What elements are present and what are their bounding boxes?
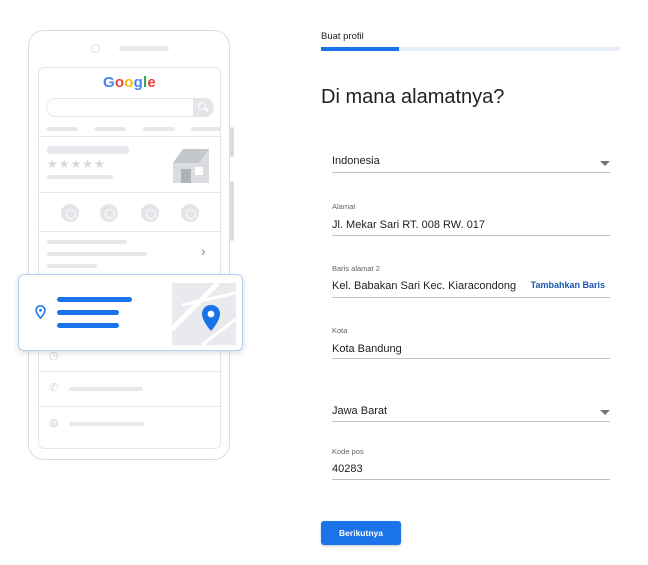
divider (39, 192, 220, 193)
address-line2-value: Kel. Babakan Sari Kec. Kiaracondong (332, 280, 517, 292)
info-placeholder (47, 264, 97, 268)
bookmark-icon (141, 204, 159, 222)
divider (39, 231, 220, 232)
phone-side-button (230, 181, 234, 241)
next-button[interactable]: Berikutnya (321, 521, 401, 545)
dropdown-arrow-icon (600, 161, 610, 166)
address-line-placeholder (57, 323, 119, 328)
globe-row-icon: ◍ (49, 417, 59, 429)
tab-placeholder (94, 127, 126, 131)
progress-bar-fill (321, 47, 399, 51)
search-icon (193, 97, 213, 117)
google-logo: Google (39, 74, 220, 91)
field-underline (332, 172, 610, 173)
field-underline (332, 479, 610, 480)
chevron-right-icon: › (201, 243, 206, 259)
address-value: Jl. Mekar Sari RT. 008 RW. 017 (332, 219, 486, 231)
dropdown-arrow-icon (600, 410, 610, 415)
add-line-link[interactable]: Tambahkan Baris (531, 280, 605, 290)
logo-letter: o (114, 74, 125, 91)
city-field[interactable]: Kota Kota Bandung (332, 326, 610, 361)
phone-screen: Google ★★★★★ › ◷ ✆ ◍ (38, 67, 221, 449)
address-line2-label: Baris alamat 2 (332, 264, 380, 273)
divider (39, 136, 220, 137)
address-field[interactable]: Alamat Jl. Mekar Sari RT. 008 RW. 017 (332, 202, 610, 237)
phone-camera (91, 44, 100, 53)
tab-placeholder (46, 127, 78, 131)
page-title: Di mana alamatnya? (321, 86, 505, 108)
info-placeholder (47, 240, 127, 244)
phone-illustration: Google ★★★★★ › ◷ ✆ ◍ (28, 30, 234, 460)
logo-letter: G (103, 74, 115, 91)
map-pin-icon (202, 305, 220, 331)
clock-icon: ◷ (49, 350, 59, 362)
postal-code-field[interactable]: Kode pos 40283 (332, 447, 610, 482)
phone-side-button (230, 127, 234, 157)
logo-letter: o (124, 74, 134, 91)
phone-speaker (119, 46, 169, 51)
location-pin-icon (35, 305, 46, 319)
address-line-placeholder (57, 310, 119, 315)
province-select[interactable]: Jawa Barat (332, 400, 610, 425)
store-icon (173, 149, 209, 183)
rating-stars: ★★★★★ (47, 157, 106, 171)
field-underline (332, 421, 610, 422)
field-underline (332, 297, 610, 298)
logo-letter: g (133, 74, 144, 91)
divider (39, 406, 220, 407)
address-line-placeholder (57, 297, 132, 302)
phone-placeholder (69, 387, 143, 391)
globe-icon (181, 204, 199, 222)
info-placeholder (47, 252, 147, 256)
country-select[interactable]: Indonesia (332, 150, 610, 175)
address-label: Alamat (332, 202, 356, 211)
city-value: Kota Bandung (332, 343, 402, 355)
category-placeholder (47, 175, 113, 179)
city-label: Kota (332, 326, 348, 335)
postal-code-label: Kode pos (332, 447, 364, 456)
address-highlight-card (18, 274, 243, 351)
tab-placeholder (191, 127, 220, 131)
phone-row-icon: ✆ (49, 382, 59, 394)
phone-icon (61, 204, 79, 222)
map-thumbnail (172, 283, 236, 345)
divider (39, 371, 220, 372)
logo-letter: e (147, 74, 156, 91)
mini-search-bar (46, 97, 214, 117)
website-placeholder (69, 422, 145, 426)
address-line2-field[interactable]: Baris alamat 2 Kel. Babakan Sari Kec. Ki… (332, 264, 610, 299)
step-label: Buat profil (321, 31, 364, 42)
tab-placeholder (143, 127, 175, 131)
postal-code-value: 40283 (332, 463, 363, 475)
directions-icon (100, 204, 118, 222)
field-underline (332, 358, 610, 359)
field-underline (332, 235, 610, 236)
business-name-placeholder (47, 146, 129, 154)
province-value: Jawa Barat (332, 405, 388, 417)
country-value: Indonesia (332, 155, 380, 167)
progress-bar (321, 47, 620, 51)
